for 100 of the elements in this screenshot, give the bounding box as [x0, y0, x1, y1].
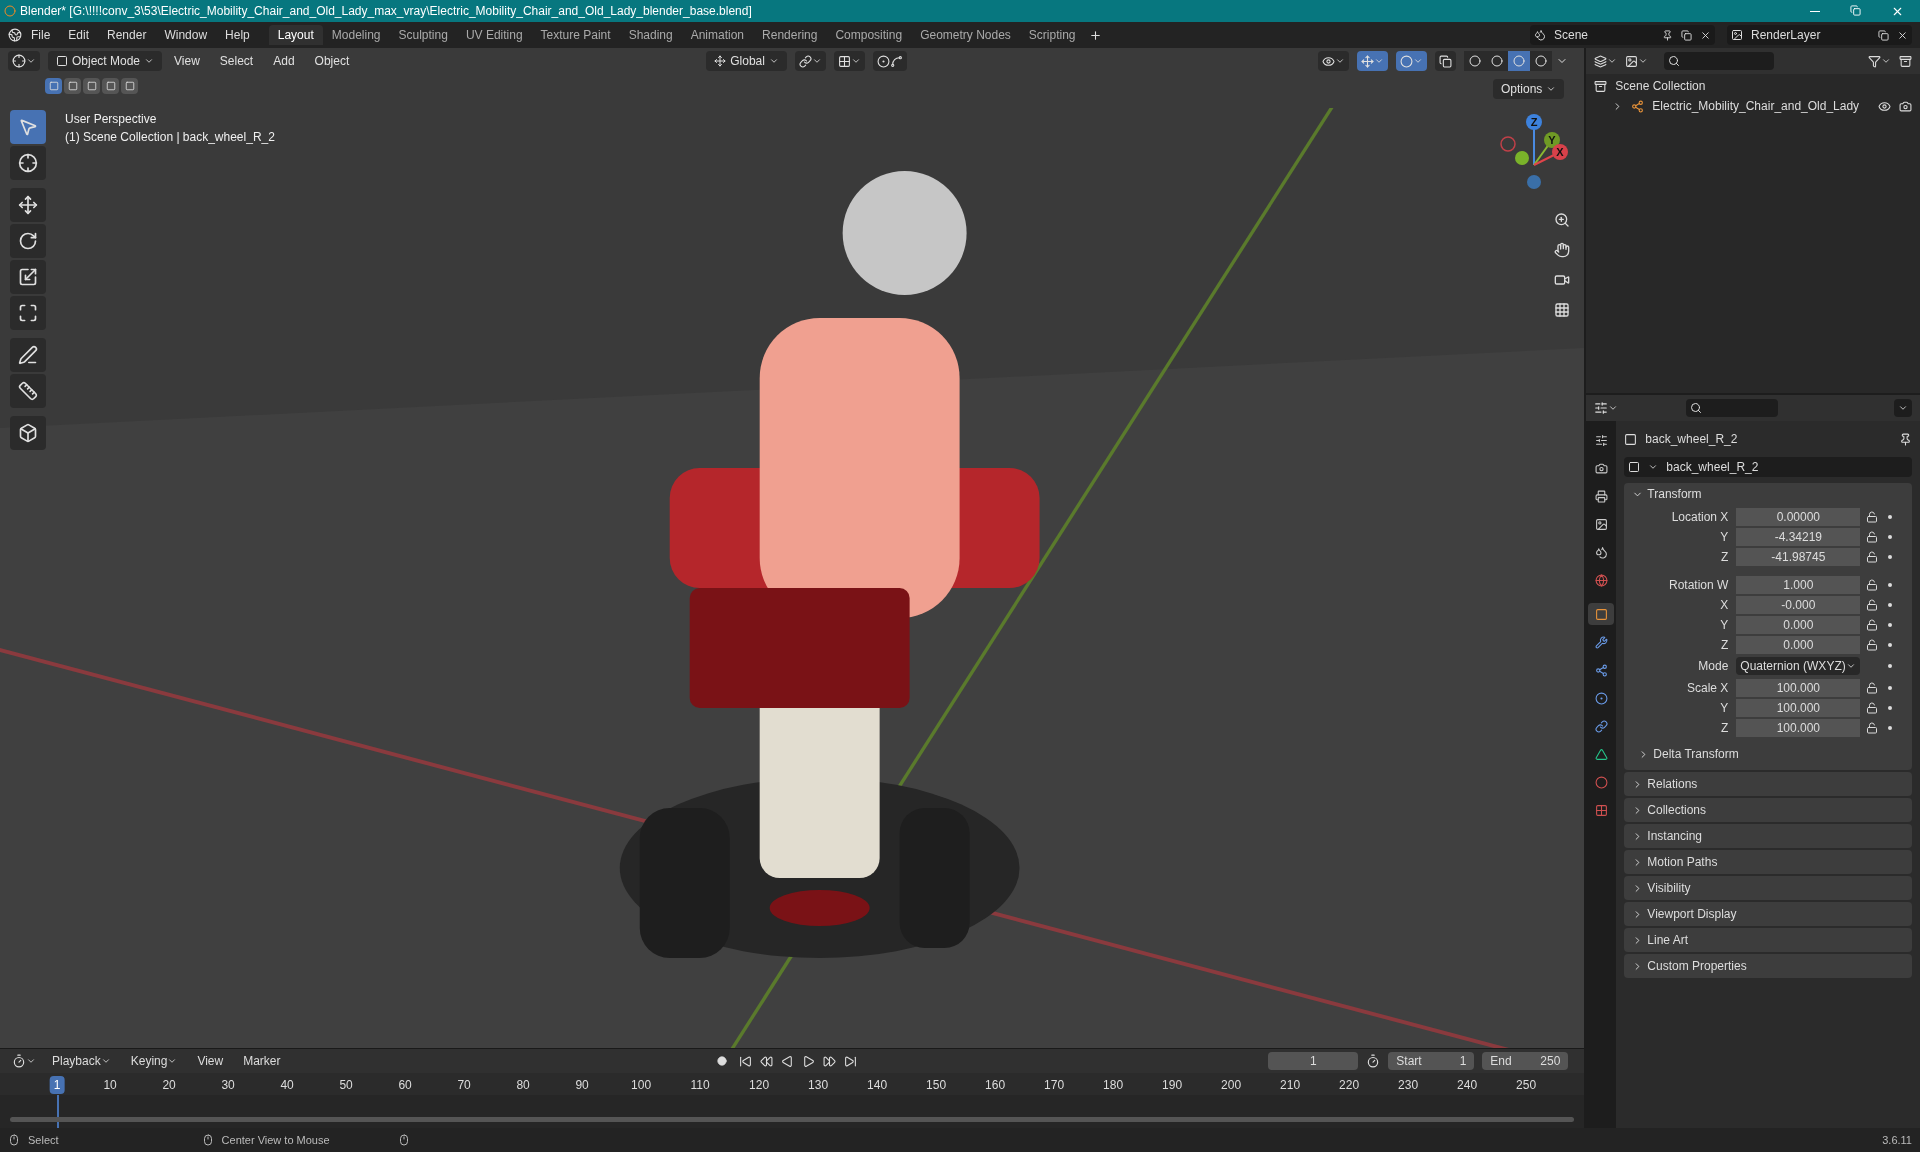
eye-icon[interactable] [1878, 99, 1891, 113]
tool-button[interactable] [10, 188, 46, 222]
workspace-tab[interactable]: Scripting [1019, 25, 1085, 45]
editor-type-button[interactable] [8, 51, 40, 71]
tool-button[interactable] [10, 374, 46, 408]
pivot-button[interactable] [794, 51, 826, 71]
add-workspace-icon[interactable] [1088, 28, 1102, 42]
menu-item[interactable]: Object [306, 52, 358, 70]
number-field[interactable]: 0.000 [1736, 635, 1861, 654]
panel-header[interactable]: Viewport Display [1624, 902, 1912, 926]
current-frame-field[interactable]: 1 [1268, 1052, 1359, 1070]
lock-icon[interactable] [1866, 550, 1879, 563]
pin-icon[interactable] [1899, 432, 1912, 446]
shading-button[interactable] [1530, 51, 1553, 71]
workspace-tab[interactable]: Sculpting [389, 25, 457, 45]
tool-button[interactable] [10, 224, 46, 258]
filter-view-button[interactable] [1625, 54, 1649, 68]
visibility-button[interactable] [1318, 51, 1350, 71]
lock-icon[interactable] [1866, 681, 1879, 694]
stopwatch-icon[interactable] [1366, 1054, 1381, 1068]
menu-item[interactable]: Render [98, 26, 156, 44]
options-dropdown[interactable]: Options [1493, 79, 1565, 99]
restore-icon[interactable] [1850, 4, 1861, 16]
gizmo-button[interactable] [1357, 51, 1389, 71]
tool-button[interactable] [10, 146, 46, 180]
xray-button[interactable] [1435, 51, 1457, 71]
jump-end-icon[interactable] [843, 1054, 857, 1068]
new-collection-icon[interactable] [1899, 54, 1912, 68]
subpanel-header[interactable]: Delta Transform [1638, 744, 1912, 764]
menu-item[interactable]: Marker [235, 1052, 289, 1070]
workspace-tab[interactable]: Modeling [322, 25, 390, 45]
minimize-icon[interactable] [1810, 10, 1820, 12]
lock-icon[interactable] [1866, 638, 1879, 651]
number-field[interactable]: -4.34219 [1736, 527, 1861, 546]
scrollbar[interactable] [10, 1117, 1575, 1122]
property-tab[interactable] [1588, 603, 1615, 625]
menu-item[interactable]: Window [155, 26, 217, 44]
mode-dropdown[interactable]: Object Mode [48, 51, 163, 71]
camera-icon[interactable] [1899, 99, 1912, 113]
orientation-dropdown[interactable]: Global [706, 51, 787, 71]
jump-start-icon[interactable] [738, 1054, 752, 1068]
search-field[interactable] [1686, 399, 1779, 417]
number-field[interactable]: 0.000 [1736, 615, 1861, 634]
axis-gizmo[interactable]: Z Y X [1494, 110, 1575, 190]
selection-mode-button[interactable] [45, 78, 62, 94]
panel-header[interactable]: Transform [1624, 483, 1912, 505]
lock-icon[interactable] [1866, 530, 1879, 543]
panel-header[interactable]: Collections [1624, 798, 1912, 822]
panel-header[interactable]: Line Art [1624, 928, 1912, 952]
menu-item[interactable]: File [22, 26, 60, 44]
number-field[interactable]: 0.00000 [1736, 507, 1861, 526]
panel-header[interactable]: Relations [1624, 772, 1912, 796]
number-field[interactable]: -0.000 [1736, 595, 1861, 614]
menu-item[interactable]: Help [216, 26, 259, 44]
play-reverse-icon[interactable] [780, 1054, 794, 1068]
number-field[interactable]: 1.000 [1736, 575, 1861, 594]
overlay-button[interactable] [1396, 51, 1428, 71]
workspace-tab[interactable]: Compositing [826, 25, 912, 45]
display-mode-button[interactable] [1594, 54, 1618, 68]
workspace-tab[interactable]: Rendering [753, 25, 827, 45]
shading-button[interactable] [1464, 51, 1487, 71]
menu-item[interactable]: View [166, 52, 208, 70]
tool-button[interactable] [10, 338, 46, 372]
workspace-tab[interactable]: Geometry Nodes [911, 25, 1020, 45]
selection-mode-button[interactable] [102, 78, 119, 94]
workspace-tab[interactable]: Texture Paint [531, 25, 620, 45]
number-field[interactable]: 100.000 [1736, 718, 1861, 737]
selection-mode-button[interactable] [121, 78, 138, 94]
keyframe-back-icon[interactable] [759, 1054, 773, 1068]
panel-header[interactable]: Motion Paths [1624, 850, 1912, 874]
number-field[interactable]: 100.000 [1736, 678, 1861, 697]
workspace-tab[interactable]: UV Editing [456, 25, 532, 45]
filter-button[interactable] [1868, 54, 1891, 68]
selection-mode-button[interactable] [64, 78, 81, 94]
lock-icon[interactable] [1866, 578, 1879, 591]
start-frame-field[interactable]: Start 1 [1388, 1052, 1475, 1070]
panel-header[interactable]: Instancing [1624, 824, 1912, 848]
workspace-tab[interactable]: Shading [619, 25, 682, 45]
tool-button[interactable] [10, 296, 46, 330]
menu-item[interactable]: Keying [122, 1052, 186, 1070]
search-field[interactable] [1664, 52, 1775, 70]
proportional-edit-button[interactable] [872, 51, 907, 71]
shading-button[interactable] [1508, 51, 1531, 71]
outliner-item[interactable]: Scene Collection [1615, 77, 1706, 95]
selection-mode-button[interactable] [83, 78, 100, 94]
lock-icon[interactable] [1866, 510, 1879, 523]
keyframe-forward-icon[interactable] [822, 1054, 836, 1068]
tool-button[interactable] [10, 260, 46, 294]
snap-button[interactable] [833, 51, 865, 71]
scene-selector[interactable]: Scene [1530, 25, 1715, 45]
name-field[interactable]: back_wheel_R_2 [1624, 457, 1912, 477]
lock-icon[interactable] [1866, 701, 1879, 714]
lock-icon[interactable] [1866, 598, 1879, 611]
panel-header[interactable]: Custom Properties [1624, 954, 1912, 978]
number-field[interactable]: -41.98745 [1736, 547, 1861, 566]
number-field[interactable]: 100.000 [1736, 698, 1861, 717]
mode-dropdown[interactable]: Quaternion (WXYZ) [1736, 657, 1861, 675]
menu-item[interactable]: Select [211, 52, 262, 70]
menu-item[interactable]: Playback [44, 1052, 119, 1070]
menu-item[interactable]: View [189, 1052, 232, 1070]
